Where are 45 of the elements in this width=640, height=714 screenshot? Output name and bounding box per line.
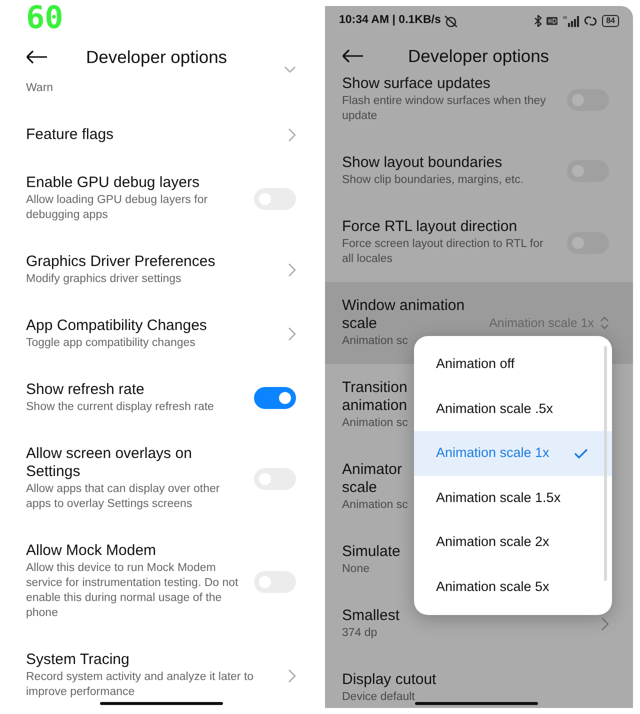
setting-description: Animation sc	[342, 334, 408, 349]
dropdown-option[interactable]: Animation off	[414, 342, 612, 386]
setting-description: Record system activity and analyze it later to improve performance	[26, 670, 255, 700]
setting-description: Allow this device to run Mock Modem service for instrumentation testing. Do not enable this during normal usage of the phone	[26, 561, 240, 621]
setting-title: Allow Mock Modem	[26, 542, 158, 560]
setting-title: Force RTL layout direction	[342, 218, 518, 236]
setting-description: Device default	[342, 690, 415, 705]
page-title: Developer options	[86, 46, 228, 69]
setting-description: Allow loading GPU debug layers for debugging apps	[26, 193, 209, 223]
setting-title: Graphics Driver Preferences	[26, 253, 216, 271]
setting-description: Flash entire window surfaces when they update	[342, 94, 547, 124]
setting-title: Smallest	[342, 607, 400, 625]
setting-title: Animator scale	[342, 461, 402, 497]
setting-title: Show refresh rate	[26, 381, 146, 399]
setting-title: App Compatibility Changes	[26, 317, 208, 335]
setting-description: Allow apps that can display over other apps to overlay Settings screens	[26, 482, 221, 512]
setting-title: Window animation scale	[342, 297, 465, 333]
setting-title: Transition animation	[342, 379, 408, 415]
setting-description: Animation sc	[342, 498, 408, 513]
setting-title: Allow screen overlays on Settings	[26, 445, 193, 481]
setting-description: None	[342, 562, 370, 577]
setting-description: Modify graphics driver settings	[26, 272, 182, 287]
page-title: Developer options	[408, 44, 550, 68]
setting-description: Show clip boundaries, margins, etc.	[342, 173, 524, 188]
status-time: 10:34 AM | 0.1KB/s	[339, 13, 441, 28]
setting-title: Feature flags	[26, 126, 115, 144]
setting-description: Force screen layout direction to RTL for all locales	[342, 237, 544, 267]
setting-title: Enable GPU debug layers	[26, 174, 200, 192]
dropdown-option[interactable]: Animation scale 1.5x	[414, 476, 612, 520]
setting-description: Animation sc	[342, 416, 408, 431]
setting-title: Show surface updates	[342, 75, 490, 93]
setting-description: Show the current display refresh rate	[26, 400, 215, 415]
battery-indicator: 84	[602, 15, 619, 27]
setting-description: Warn	[26, 81, 54, 96]
dropdown-option[interactable]: Animation scale 2x	[414, 520, 612, 564]
refresh-rate-counter: 60	[26, 0, 64, 36]
dropdown-option[interactable]: Animation scale 5x	[414, 564, 612, 609]
setting-title: Show layout boundaries	[342, 154, 502, 172]
setting-title: Simulate	[342, 543, 400, 561]
dropdown-option[interactable]: Animation scale .5x	[414, 386, 612, 431]
setting-description: Toggle app compatibility changes	[26, 336, 196, 351]
dropdown-option[interactable]: Animation scale 1x	[414, 431, 612, 476]
setting-title: Display cutout	[342, 671, 436, 689]
setting-description: 374 dp	[342, 626, 378, 641]
setting-title: System Tracing	[26, 651, 130, 669]
